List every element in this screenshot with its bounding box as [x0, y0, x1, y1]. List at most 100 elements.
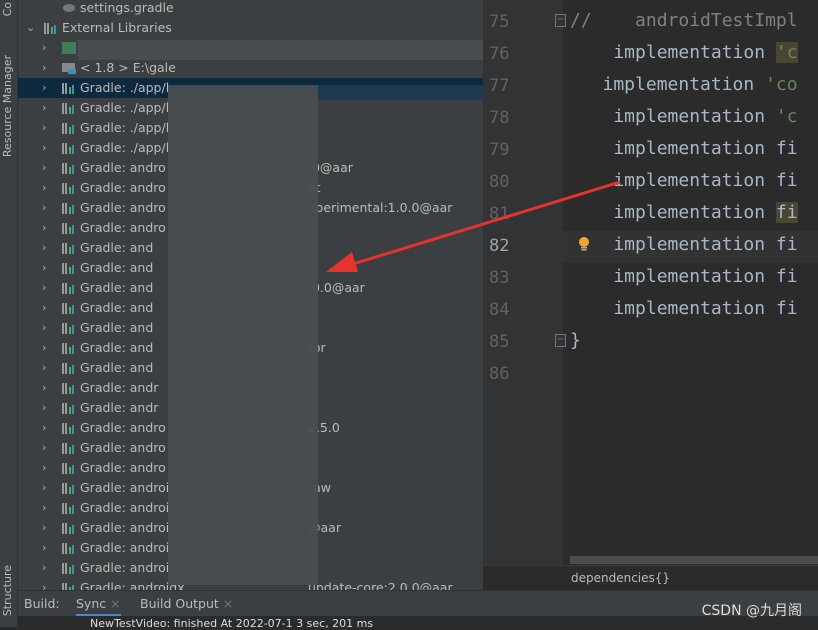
- code-line[interactable]: implementation fi: [570, 266, 798, 287]
- code-line[interactable]: implementation fi: [570, 202, 798, 223]
- library-icon: [62, 362, 76, 374]
- library-icon: [62, 582, 76, 590]
- tab-sync[interactable]: Sync ×: [76, 591, 121, 617]
- code-line[interactable]: implementation fi: [570, 298, 797, 319]
- build-console: NewTestVideo: finished At 2022-07-1 3 se…: [18, 616, 818, 629]
- chevron-right-icon[interactable]: ›: [42, 458, 46, 478]
- chevron-right-icon[interactable]: ›: [42, 98, 46, 118]
- close-icon[interactable]: ×: [223, 596, 233, 611]
- resource-manager-tab[interactable]: Resource Manager: [1, 55, 14, 157]
- code-line[interactable]: implementation fi: [570, 234, 797, 255]
- tree-item[interactable]: settings.gradle: [18, 0, 483, 18]
- tree-item-label: External Libraries: [62, 20, 172, 35]
- chevron-right-icon[interactable]: ›: [42, 218, 46, 238]
- chevron-right-icon[interactable]: ›: [42, 538, 46, 558]
- library-icon: [62, 482, 76, 494]
- tree-item-label: Gradle: andro: [80, 440, 166, 455]
- tab-label: Build Output: [140, 596, 219, 611]
- structure-tab[interactable]: Structure: [1, 565, 14, 616]
- line-number: 78: [489, 108, 510, 128]
- tree-item-label: Gradle: andro: [80, 220, 166, 235]
- code-text: implementation fi: [570, 266, 798, 287]
- chevron-right-icon[interactable]: ›: [42, 358, 46, 378]
- line-number: 80: [489, 172, 510, 192]
- library-icon: [62, 542, 76, 554]
- code-line[interactable]: // androidTestImpl: [570, 10, 798, 31]
- chevron-right-icon[interactable]: ›: [42, 418, 46, 438]
- library-icon: [62, 562, 76, 574]
- library-icon: [62, 462, 76, 474]
- code-editor[interactable]: 75−// androidTestImpl 76 implementation '…: [483, 0, 818, 565]
- library-icon: [62, 142, 76, 154]
- line-number: 83: [489, 268, 510, 288]
- code-text: implementation: [570, 202, 776, 223]
- tree-item-label: Gradle: and: [80, 240, 154, 255]
- chevron-right-icon[interactable]: ›: [42, 478, 46, 498]
- code-line[interactable]: }: [570, 330, 581, 351]
- chevron-right-icon[interactable]: ›: [42, 318, 46, 338]
- chevron-right-icon[interactable]: ›: [42, 498, 46, 518]
- chevron-right-icon[interactable]: ›: [42, 578, 46, 590]
- code-text: implementation fi: [570, 138, 798, 159]
- chevron-right-icon[interactable]: ›: [42, 338, 46, 358]
- tree-item-label: Gradle: and: [80, 300, 154, 315]
- tree-item-label: Gradle: andro: [80, 420, 166, 435]
- line-number: 81: [489, 204, 510, 224]
- commit-tool-tab[interactable]: Co: [1, 2, 14, 16]
- line-number: 77: [489, 76, 510, 96]
- tab-build-output[interactable]: Build Output ×: [140, 591, 233, 617]
- fold-icon[interactable]: −: [555, 14, 566, 27]
- tree-item-label: Gradle: ./app/l: [80, 140, 170, 155]
- chevron-right-icon[interactable]: ›: [42, 178, 46, 198]
- library-icon: [62, 442, 76, 454]
- chevron-right-icon[interactable]: ›: [42, 258, 46, 278]
- tree-item-label: Gradle: and: [80, 280, 154, 295]
- library-icon: [62, 102, 76, 114]
- code-line[interactable]: implementation 'c: [570, 42, 798, 63]
- tree-item-label: Gradle: androi: [80, 480, 170, 495]
- watermark: CSDN @九月阁: [701, 603, 802, 619]
- library-icon: [62, 162, 76, 174]
- chevron-down-icon[interactable]: ⌄: [26, 18, 35, 38]
- jdk-icon: [62, 42, 76, 54]
- project-tree: settings.gradle ⌄ External Libraries › › < 1.…: [18, 0, 483, 590]
- code-line[interactable]: implementation 'co: [570, 74, 798, 95]
- code-line[interactable]: implementation fi: [570, 138, 798, 159]
- chevron-right-icon[interactable]: ›: [42, 238, 46, 258]
- redaction-blur: [78, 40, 483, 60]
- tree-item-label-tail: xperimental:1.0.0@aar: [308, 200, 453, 215]
- chevron-right-icon[interactable]: ›: [42, 378, 46, 398]
- line-number: 79: [489, 140, 510, 160]
- code-string: 'co: [765, 74, 798, 95]
- fold-icon[interactable]: −: [555, 334, 566, 347]
- tree-item-label: Gradle: and: [80, 360, 154, 375]
- chevron-right-icon[interactable]: ›: [42, 58, 46, 78]
- line-number: 75: [489, 12, 510, 32]
- library-icon: [62, 322, 76, 334]
- chevron-right-icon[interactable]: ›: [42, 438, 46, 458]
- tree-item-label: Gradle: androi: [80, 520, 170, 535]
- chevron-right-icon[interactable]: ›: [42, 158, 46, 178]
- build-label: Build:: [24, 596, 60, 611]
- tree-item-label: Gradle: ./app/l: [80, 120, 170, 135]
- breadcrumb[interactable]: dependencies{}: [483, 565, 818, 590]
- tree-item-label: Gradle: andr: [80, 380, 159, 395]
- chevron-right-icon[interactable]: ›: [42, 118, 46, 138]
- code-line[interactable]: implementation 'c: [570, 106, 797, 127]
- chevron-right-icon[interactable]: ›: [42, 298, 46, 318]
- chevron-right-icon[interactable]: ›: [42, 78, 46, 98]
- horizontal-scrollbar[interactable]: [570, 556, 818, 564]
- tree-item[interactable]: ⌄ External Libraries: [18, 18, 483, 38]
- chevron-right-icon[interactable]: ›: [42, 38, 46, 58]
- code-line[interactable]: implementation fi: [570, 170, 797, 191]
- tree-item-label-tail: update-core:2.0.0@aar: [308, 580, 453, 590]
- chevron-right-icon[interactable]: ›: [42, 138, 46, 158]
- chevron-right-icon[interactable]: ›: [42, 558, 46, 578]
- close-icon[interactable]: ×: [110, 596, 120, 611]
- chevron-right-icon[interactable]: ›: [42, 198, 46, 218]
- library-icon: [62, 302, 76, 314]
- tree-item[interactable]: › < 1.8 > E:\gale: [18, 58, 483, 78]
- chevron-right-icon[interactable]: ›: [42, 278, 46, 298]
- chevron-right-icon[interactable]: ›: [42, 398, 46, 418]
- chevron-right-icon[interactable]: ›: [42, 518, 46, 538]
